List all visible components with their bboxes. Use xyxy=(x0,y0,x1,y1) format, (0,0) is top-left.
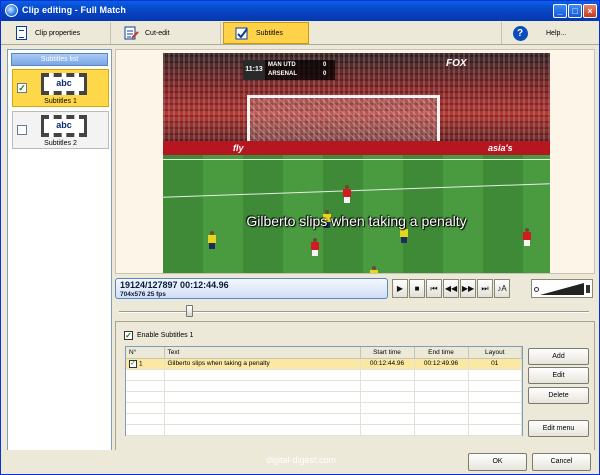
player xyxy=(343,185,351,203)
title-bar: Clip editing - Full Match _ □ × xyxy=(1,1,599,21)
toolbar: Clip properties Cut-edit Subtitles ? Hel… xyxy=(1,21,599,45)
cut-edit-icon xyxy=(123,25,139,41)
ad-text-1: fly xyxy=(233,143,244,153)
timecode-display: 19124/127897 00:12:44.96 704x576 25 fps xyxy=(115,278,388,299)
video-frame: fly asia's 11:13 MAN UTD 0 ARSENAL 0 FOX… xyxy=(163,53,550,273)
column-text: Text xyxy=(164,347,361,359)
team-2-name: ARSENAL xyxy=(268,71,298,77)
edit-button[interactable]: Edit xyxy=(528,367,589,384)
subtitles-table[interactable]: N° Text Start time End time Layout ✓ 1 Gi… xyxy=(125,346,523,436)
volume-slider[interactable] xyxy=(531,279,593,298)
minimize-button[interactable]: _ xyxy=(553,4,567,18)
table-row-empty xyxy=(126,380,522,392)
team-2-score: 0 xyxy=(323,71,327,77)
row-checkbox[interactable]: ✓ xyxy=(129,359,137,368)
editor-area: fly asia's 11:13 MAN UTD 0 ARSENAL 0 FOX… xyxy=(115,49,595,455)
film-icon: abc xyxy=(41,115,87,137)
subtitle-editor: ✓ Enable Subtitles 1 N° Text Start time … xyxy=(115,321,595,455)
subtitles-list-panel: Subtitles list ✓ abc Subtitles 1 abc Sub… xyxy=(7,49,112,455)
table-row-empty xyxy=(126,424,522,436)
cut-edit-label: Cut-edit xyxy=(145,29,170,37)
seek-thumb[interactable] xyxy=(186,305,193,317)
subtitles-list-header: Subtitles list xyxy=(11,53,108,66)
clip-editing-window: Clip editing - Full Match _ □ × Clip pro… xyxy=(0,0,600,475)
edit-menu-button[interactable]: Edit menu xyxy=(528,420,589,437)
column-start-time: Start time xyxy=(360,347,415,359)
subtitles-1-checkbox[interactable]: ✓ xyxy=(17,83,27,93)
row-number-cell: ✓ 1 xyxy=(126,358,165,370)
player xyxy=(208,231,216,249)
next-frame-icon[interactable]: ⏭ xyxy=(477,279,493,298)
help-icon: ? xyxy=(512,25,528,41)
window-title: Clip editing - Full Match xyxy=(22,5,126,15)
subtitles-2-checkbox[interactable] xyxy=(17,125,27,135)
fast-forward-icon[interactable]: ▶▶ xyxy=(460,279,476,298)
help-button[interactable]: ? Help... xyxy=(501,22,597,44)
stop-icon[interactable]: ■ xyxy=(409,279,425,298)
seek-bar[interactable] xyxy=(115,305,595,317)
video-preview-area: fly asia's 11:13 MAN UTD 0 ARSENAL 0 FOX… xyxy=(115,49,595,274)
delete-button[interactable]: Delete xyxy=(528,387,589,404)
table-row-empty xyxy=(126,402,522,414)
subtitles-list-item-1[interactable]: ✓ abc Subtitles 1 xyxy=(12,69,109,107)
column-layout: Layout xyxy=(468,347,522,359)
team-1-name: MAN UTD xyxy=(268,62,296,68)
cut-edit-button[interactable]: Cut-edit xyxy=(113,22,221,44)
column-number: N° xyxy=(126,347,165,359)
ok-button[interactable]: OK xyxy=(468,453,527,471)
row-number: 1 xyxy=(139,360,143,368)
close-button[interactable]: × xyxy=(583,4,597,18)
table-row-empty xyxy=(126,369,522,381)
cancel-button[interactable]: Cancel xyxy=(532,453,591,471)
score-overlay: 11:13 MAN UTD 0 ARSENAL 0 xyxy=(243,60,335,80)
column-end-time: End time xyxy=(414,347,469,359)
ad-board: fly asia's xyxy=(163,141,550,155)
enable-subtitles-label: Enable Subtitles 1 xyxy=(137,332,194,339)
row-layout: 01 xyxy=(468,358,522,370)
enable-subtitles-checkbox[interactable]: ✓ Enable Subtitles 1 xyxy=(124,331,193,340)
document-icon xyxy=(13,25,29,41)
volume-ramp xyxy=(540,283,584,295)
maximize-button[interactable]: □ xyxy=(568,4,582,18)
volume-knob[interactable] xyxy=(534,287,539,292)
help-label: Help... xyxy=(546,29,567,37)
team-1-score: 0 xyxy=(323,62,327,68)
clip-properties-label: Clip properties xyxy=(35,29,81,37)
subtitles-icon xyxy=(234,25,250,41)
row-end-time: 00:12:49.96 xyxy=(414,358,469,370)
table-row-empty xyxy=(126,413,522,425)
ad-text-2: asia's xyxy=(488,143,513,153)
row-start-time: 00:12:44.96 xyxy=(360,358,415,370)
enable-checkbox-box[interactable]: ✓ xyxy=(124,331,133,340)
app-icon xyxy=(5,4,18,17)
subtitle-overlay: Gilberto slips when taking a penalty xyxy=(246,213,467,229)
table-row-empty xyxy=(126,391,522,403)
clip-properties-button[interactable]: Clip properties xyxy=(3,22,111,44)
play-icon[interactable]: ▶ xyxy=(392,279,408,298)
match-clock: 11:13 xyxy=(243,60,265,80)
channel-logo: FOX xyxy=(446,58,467,69)
subtitles-label: Subtitles xyxy=(256,29,283,37)
player xyxy=(370,266,378,273)
music-font-icon[interactable]: ♪A xyxy=(494,279,510,298)
add-button[interactable]: Add xyxy=(528,348,589,365)
film-icon: abc xyxy=(41,73,87,95)
footer-bar: digital-digest.com OK Cancel xyxy=(1,450,599,474)
table-row[interactable]: ✓ 1 Gilberto slips when taking a penalty … xyxy=(126,358,522,370)
previous-frame-icon[interactable]: ⏮ xyxy=(426,279,442,298)
row-text: Gilberto slips when taking a penalty xyxy=(164,358,361,370)
timecode: 19124/127897 00:12:44.96 xyxy=(120,280,229,290)
player xyxy=(523,228,531,246)
subtitles-1-label: Subtitles 1 xyxy=(44,98,77,105)
tab-subtitles[interactable]: Subtitles xyxy=(223,22,309,44)
playback-controls: ▶ ■ ⏮ ◀◀ ▶▶ ⏭ ♪A xyxy=(392,278,595,299)
subtitles-2-label: Subtitles 2 xyxy=(44,140,77,147)
rewind-icon[interactable]: ◀◀ xyxy=(443,279,459,298)
speaker-icon xyxy=(586,285,590,293)
player xyxy=(311,238,319,256)
subtitles-list-item-2[interactable]: abc Subtitles 2 xyxy=(12,111,109,149)
video-format: 704x576 25 fps xyxy=(120,291,166,298)
